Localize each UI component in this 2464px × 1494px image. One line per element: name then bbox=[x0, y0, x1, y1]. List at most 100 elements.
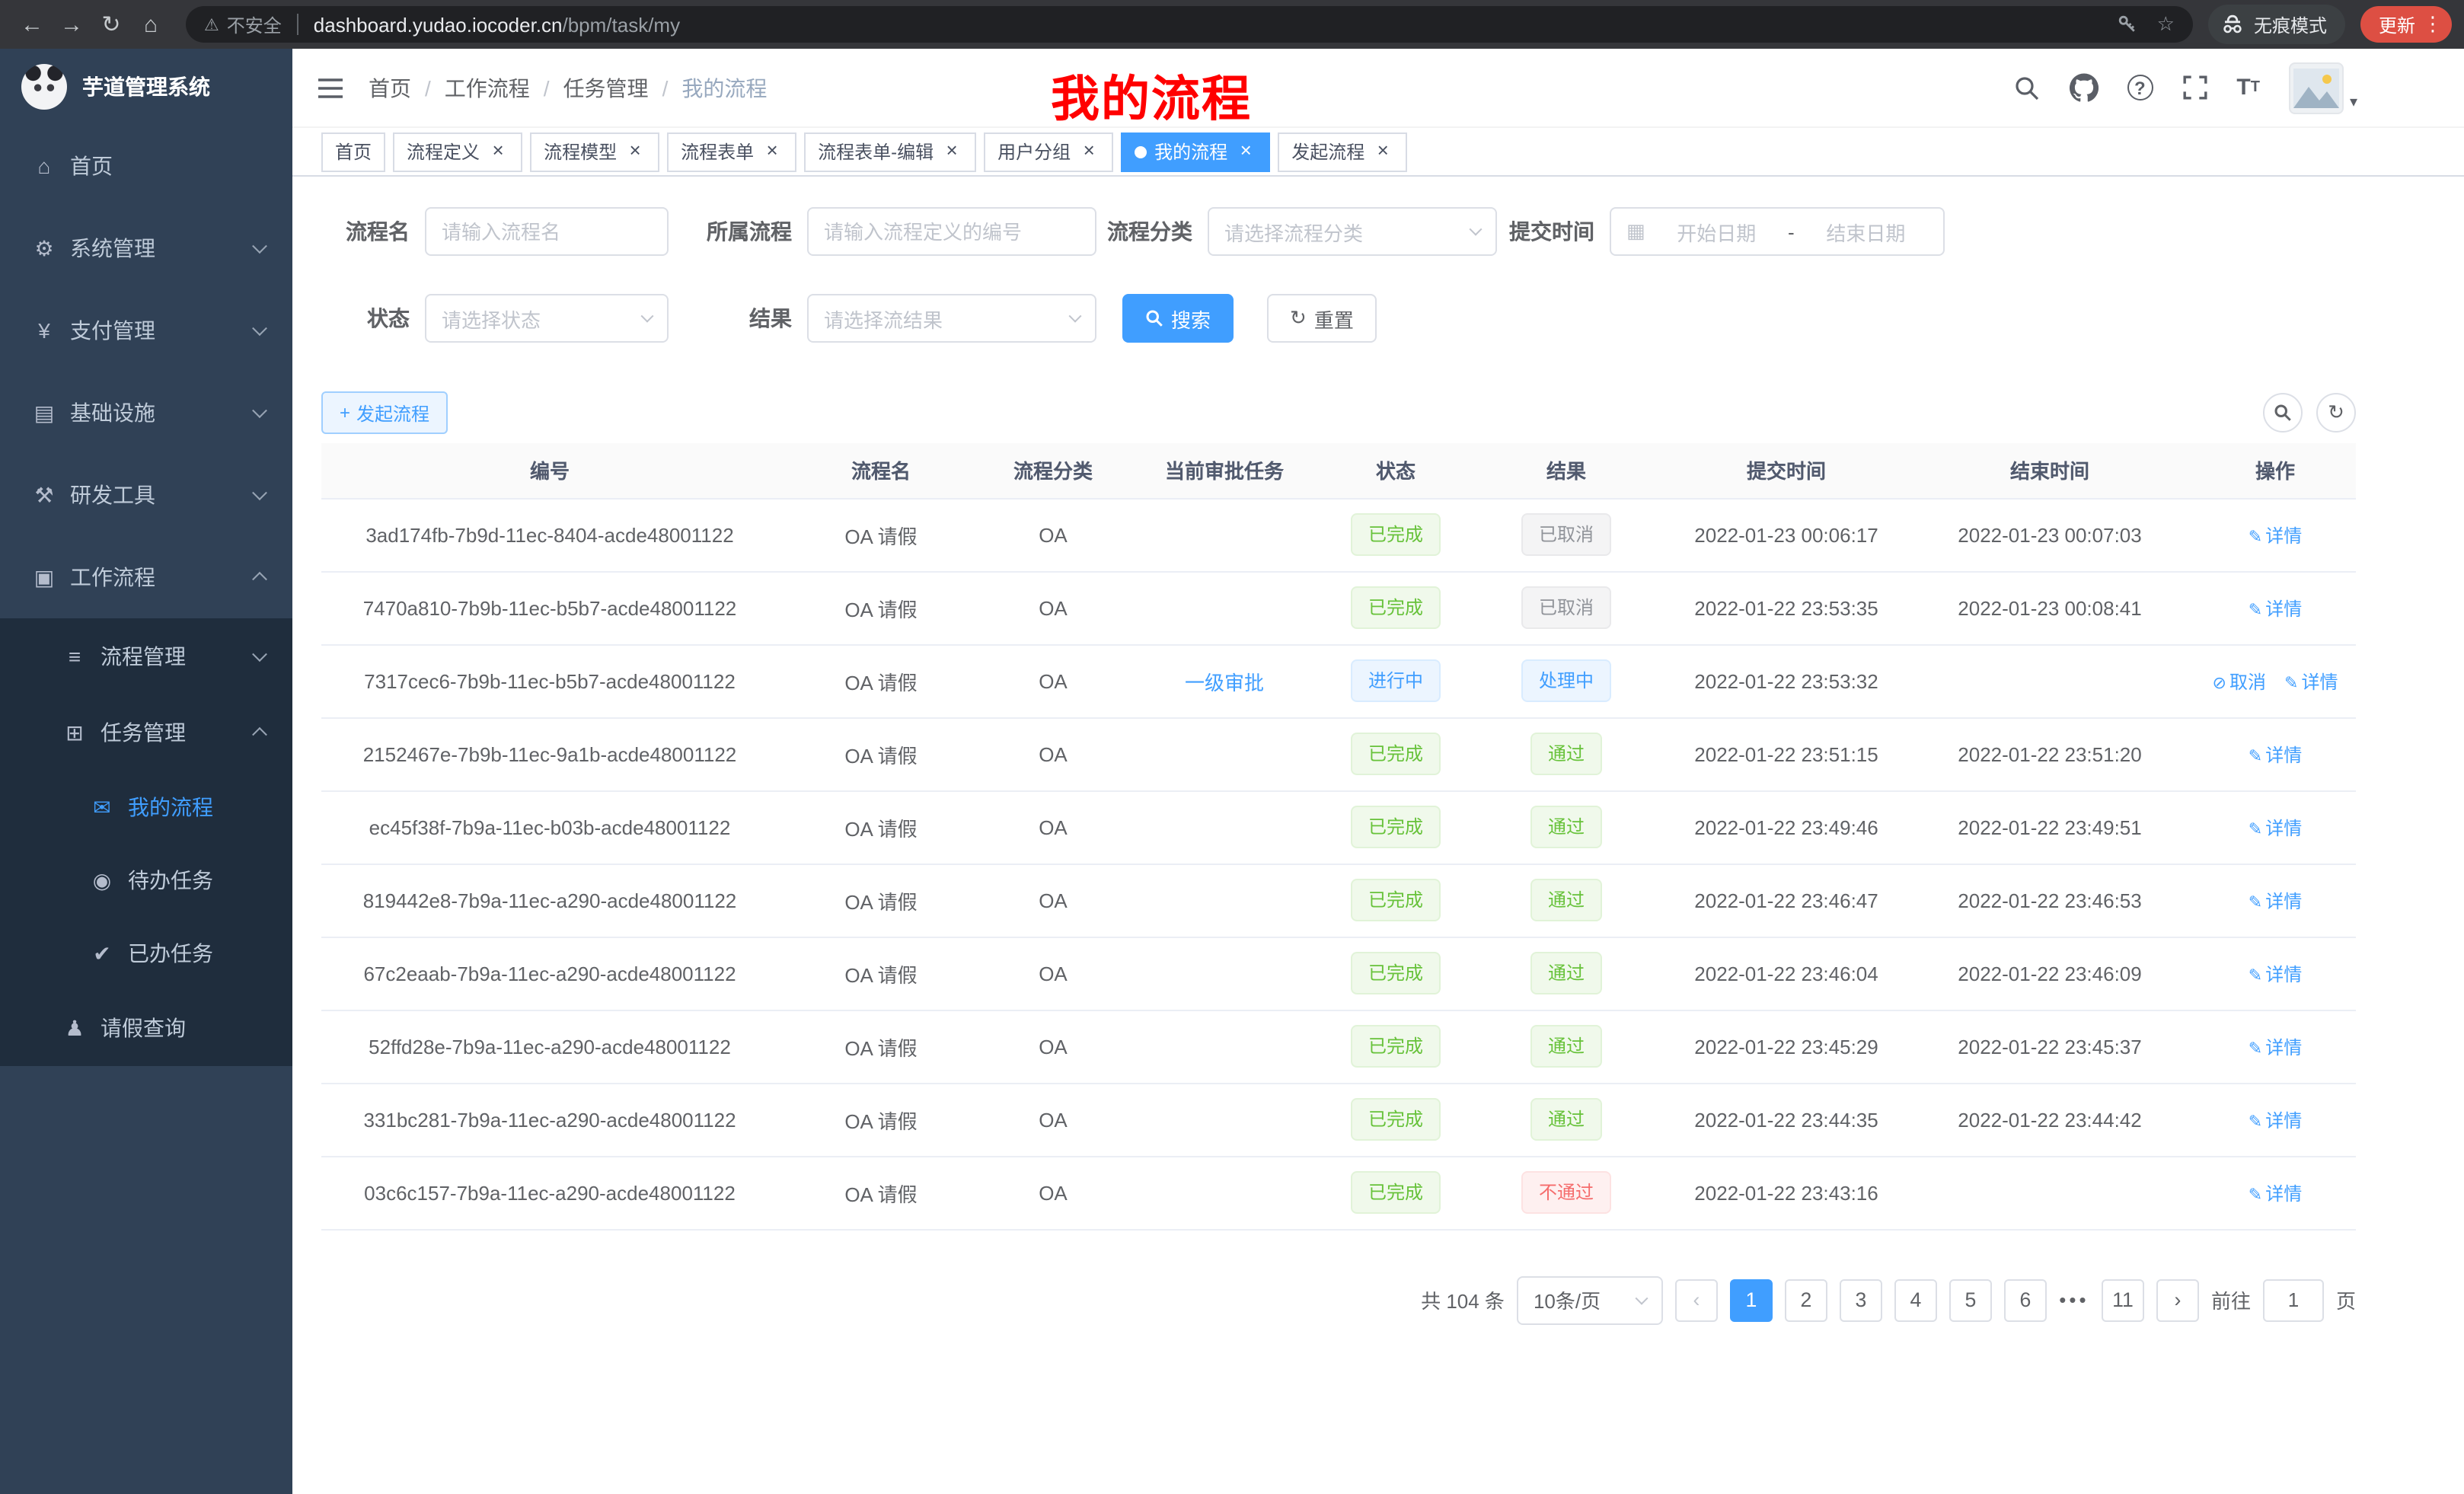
column-header: 编号 bbox=[321, 443, 778, 498]
parent-process-input[interactable] bbox=[824, 220, 1080, 243]
github-icon[interactable] bbox=[2069, 73, 2098, 102]
edit-icon: ✎ bbox=[2249, 820, 2262, 838]
user-menu[interactable]: ▾ bbox=[2289, 62, 2357, 113]
tab-process-form[interactable]: 流程表单× bbox=[667, 132, 796, 171]
detail-link[interactable]: ✎详情 bbox=[2249, 1036, 2302, 1058]
page-button-5[interactable]: 5 bbox=[1949, 1279, 1992, 1321]
browser-home-icon[interactable]: ⌂ bbox=[131, 5, 171, 44]
goto-page-input[interactable] bbox=[2263, 1279, 2324, 1321]
sidebar-item-done-tasks[interactable]: ✔已办任务 bbox=[0, 917, 292, 990]
browser-forward-icon[interactable]: → bbox=[52, 5, 91, 44]
refresh-table-button[interactable]: ↻ bbox=[2316, 393, 2356, 433]
sidebar-item-task-management[interactable]: ⊞任务管理 bbox=[0, 694, 292, 771]
close-icon[interactable]: × bbox=[1235, 141, 1256, 162]
start-process-button[interactable]: + 发起流程 bbox=[321, 391, 448, 434]
hamburger-icon[interactable] bbox=[317, 75, 344, 100]
tab-user-group[interactable]: 用户分组× bbox=[984, 132, 1113, 171]
column-header: 当前审批任务 bbox=[1122, 443, 1326, 498]
tab-process-model[interactable]: 流程模型× bbox=[530, 132, 659, 171]
sidebar-item-todo-tasks[interactable]: ◉待办任务 bbox=[0, 844, 292, 917]
search-button[interactable]: 搜索 bbox=[1122, 294, 1234, 343]
detail-link[interactable]: ✎详情 bbox=[2249, 744, 2302, 765]
sidebar-item-process-management[interactable]: ≡流程管理 bbox=[0, 618, 292, 694]
page-button-11[interactable]: 11 bbox=[2102, 1279, 2144, 1321]
category-label: 流程分类 bbox=[1083, 216, 1208, 247]
cell-current-task bbox=[1122, 1010, 1326, 1083]
app-logo[interactable]: 芋道管理系统 bbox=[0, 49, 292, 125]
tab-process-form-edit[interactable]: 流程表单-编辑× bbox=[804, 132, 976, 171]
sidebar-item-payment-management[interactable]: ¥支付管理 bbox=[0, 289, 292, 372]
browser-reload-icon[interactable]: ↻ bbox=[91, 5, 131, 44]
tab-my-process[interactable]: 我的流程 × bbox=[1121, 132, 1270, 171]
breadcrumb-item[interactable]: 工作流程 bbox=[445, 72, 530, 103]
filter-buttons: 搜索 ↻ 重置 bbox=[1122, 294, 1377, 343]
close-icon[interactable]: × bbox=[487, 141, 509, 162]
sidebar-item-my-process[interactable]: ✉我的流程 bbox=[0, 771, 292, 844]
sidebar-item-leave-query[interactable]: ♟请假查询 bbox=[0, 990, 292, 1066]
detail-link[interactable]: ✎详情 bbox=[2249, 1109, 2302, 1131]
close-icon[interactable]: × bbox=[1078, 141, 1100, 162]
fullscreen-icon[interactable] bbox=[2182, 75, 2207, 101]
help-icon[interactable]: ? bbox=[2127, 75, 2153, 101]
detail-link[interactable]: ✎详情 bbox=[2249, 890, 2302, 911]
detail-link[interactable]: ✎详情 bbox=[2249, 963, 2302, 985]
detail-link[interactable]: ✎详情 bbox=[2249, 817, 2302, 838]
tab-process-definition[interactable]: 流程定义× bbox=[393, 132, 522, 171]
font-size-icon[interactable]: TT bbox=[2236, 75, 2260, 101]
category-select[interactable]: 请选择流程分类 bbox=[1208, 207, 1497, 256]
reset-button[interactable]: ↻ 重置 bbox=[1267, 294, 1377, 343]
browser-menu-icon[interactable]: ⋮ bbox=[2423, 12, 2443, 37]
address-bar[interactable]: ⚠ 不安全 dashboard.yudao.iocoder.cn /bpm/ta… bbox=[186, 6, 2193, 43]
sidebar-item-home[interactable]: ⌂首页 bbox=[0, 125, 292, 207]
close-icon[interactable]: × bbox=[761, 141, 783, 162]
breadcrumb-item[interactable]: 任务管理 bbox=[563, 72, 649, 103]
sidebar-item-system-management[interactable]: ⚙系统管理 bbox=[0, 207, 292, 289]
detail-link[interactable]: ✎详情 bbox=[2249, 598, 2302, 619]
tab-home[interactable]: 首页 bbox=[321, 132, 385, 171]
detail-link[interactable]: ✎详情 bbox=[2284, 671, 2338, 692]
prev-page-button[interactable]: ‹ bbox=[1675, 1279, 1718, 1321]
search-icon[interactable] bbox=[2012, 74, 2040, 101]
url-host: dashboard.yudao.iocoder.cn bbox=[314, 13, 563, 36]
password-key-icon[interactable] bbox=[2118, 14, 2139, 35]
sidebar-item-dev-tools[interactable]: ⚒研发工具 bbox=[0, 454, 292, 536]
detail-link[interactable]: ✎详情 bbox=[2249, 1183, 2302, 1204]
tab-label: 我的流程 bbox=[1154, 139, 1227, 164]
current-task-link[interactable]: 一级审批 bbox=[1185, 671, 1264, 694]
page-button-1[interactable]: 1 bbox=[1730, 1279, 1773, 1321]
close-icon[interactable]: × bbox=[941, 141, 962, 162]
page-button-4[interactable]: 4 bbox=[1894, 1279, 1937, 1321]
detail-link[interactable]: ✎详情 bbox=[2249, 525, 2302, 546]
cancel-link[interactable]: ⊘取消 bbox=[2213, 671, 2266, 692]
browser-back-icon[interactable]: ← bbox=[12, 5, 52, 44]
cell-actions: ✎详情 bbox=[2194, 864, 2356, 937]
bookmark-star-icon[interactable]: ☆ bbox=[2157, 12, 2175, 37]
cell-result: 通过 bbox=[1465, 1083, 1668, 1156]
tab-start-process[interactable]: 发起流程× bbox=[1278, 132, 1407, 171]
status-select[interactable]: 请选择状态 bbox=[425, 294, 669, 343]
breadcrumb-separator: / bbox=[425, 75, 431, 100]
page-button-3[interactable]: 3 bbox=[1840, 1279, 1882, 1321]
cell-actions: ✎详情 bbox=[2194, 1156, 2356, 1229]
sidebar-item-infrastructure[interactable]: ▤基础设施 bbox=[0, 372, 292, 454]
toggle-search-button[interactable] bbox=[2263, 393, 2303, 433]
result-select[interactable]: 请选择流结果 bbox=[807, 294, 1096, 343]
page-size-select[interactable]: 10条/页 bbox=[1517, 1275, 1663, 1324]
page-button-2[interactable]: 2 bbox=[1785, 1279, 1827, 1321]
tags-view: 首页流程定义×流程模型×流程表单×流程表单-编辑×用户分组×我的流程×发起流程× bbox=[292, 128, 2464, 177]
sidebar-item-workflow[interactable]: ▣工作流程 bbox=[0, 536, 292, 618]
cell-actions: ✎详情 bbox=[2194, 1083, 2356, 1156]
close-icon[interactable]: × bbox=[1372, 141, 1393, 162]
browser-update-button[interactable]: 更新 ⋮ bbox=[2360, 6, 2452, 43]
page-button-6[interactable]: 6 bbox=[2004, 1279, 2047, 1321]
chevron-down-icon bbox=[1470, 223, 1483, 236]
sidebar-menu: ⌂首页⚙系统管理¥支付管理▤基础设施⚒研发工具▣工作流程≡流程管理⊞任务管理✉我… bbox=[0, 125, 292, 1066]
next-page-button[interactable]: › bbox=[2156, 1279, 2199, 1321]
more-pages-icon[interactable]: ••• bbox=[2059, 1288, 2089, 1311]
result-badge: 处理中 bbox=[1522, 659, 1610, 702]
close-icon[interactable]: × bbox=[624, 141, 646, 162]
date-range-picker[interactable]: ▦ 开始日期 - 结束日期 bbox=[1610, 207, 1945, 256]
process-name-input[interactable] bbox=[442, 220, 652, 243]
breadcrumb-item[interactable]: 首页 bbox=[369, 72, 411, 103]
cell-status: 进行中 bbox=[1326, 644, 1465, 717]
